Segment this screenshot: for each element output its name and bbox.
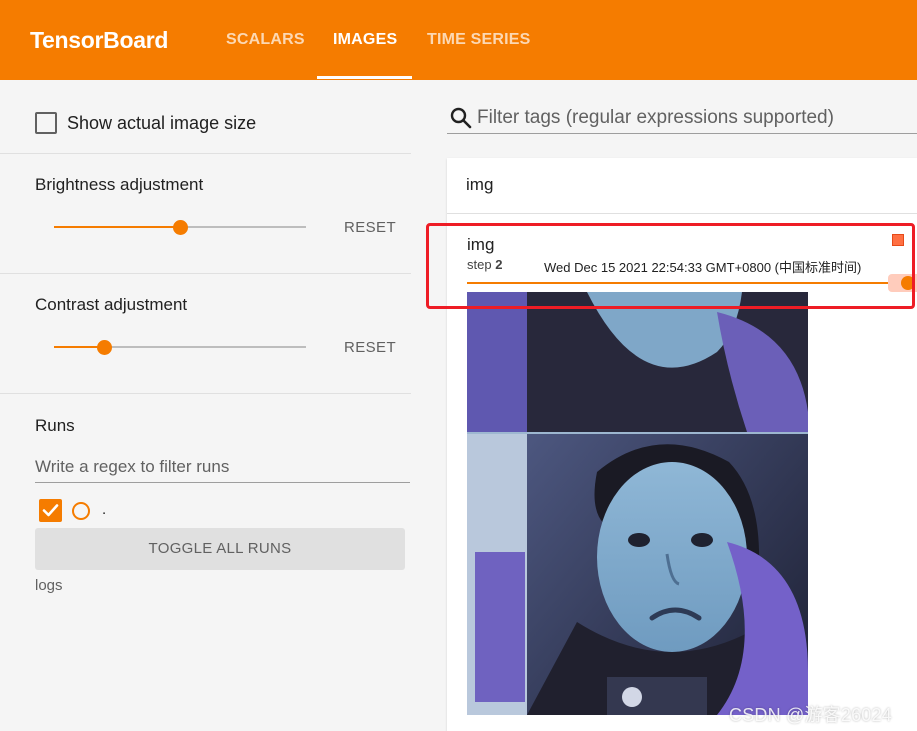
- tab-scalars[interactable]: SCALARS: [226, 31, 305, 49]
- divider: [0, 273, 411, 274]
- runs-filter-input[interactable]: Write a regex to filter runs: [35, 457, 229, 477]
- summary-image-graphic: [467, 292, 808, 715]
- app-title: TensorBoard: [30, 27, 169, 53]
- top-app-bar: TensorBoard SCALARS IMAGES TIME SERIES: [0, 0, 917, 80]
- run-color-radio[interactable]: [72, 502, 90, 520]
- toggle-all-runs-button[interactable]: TOGGLE ALL RUNS: [35, 528, 405, 570]
- brightness-slider-thumb[interactable]: [173, 220, 188, 235]
- annotation-highlight-box: [426, 223, 915, 309]
- main-panel: Filter tags (regular expressions support…: [411, 80, 917, 731]
- watermark: CSDN @游客26024: [729, 705, 892, 725]
- logdir-label: logs: [35, 577, 63, 594]
- sidebar: Show actual image size Brightness adjust…: [0, 80, 411, 731]
- contrast-label: Contrast adjustment: [35, 295, 188, 314]
- divider: [0, 393, 411, 394]
- search-icon: [450, 107, 472, 129]
- summary-image: [467, 292, 808, 715]
- tag-filter-underline: [447, 133, 917, 134]
- card-header-divider: [447, 213, 917, 214]
- divider: [0, 153, 411, 154]
- active-tab-indicator: [317, 76, 412, 79]
- run-name: .: [102, 501, 107, 518]
- run-checkbox[interactable]: [39, 499, 62, 522]
- tab-time-series[interactable]: TIME SERIES: [427, 31, 531, 49]
- contrast-reset-button[interactable]: RESET: [344, 339, 396, 356]
- brightness-reset-button[interactable]: RESET: [344, 219, 396, 236]
- tag-filter-input[interactable]: Filter tags (regular expressions support…: [477, 107, 834, 129]
- contrast-slider-thumb[interactable]: [97, 340, 112, 355]
- show-actual-size-checkbox[interactable]: [35, 112, 57, 134]
- brightness-slider-fill: [54, 226, 180, 228]
- tab-images[interactable]: IMAGES: [333, 31, 397, 49]
- show-actual-size-label: Show actual image size: [67, 113, 257, 133]
- brightness-label: Brightness adjustment: [35, 175, 204, 194]
- runs-title: Runs: [35, 416, 75, 435]
- checkmark-icon: [42, 504, 59, 517]
- runs-filter-underline: [35, 482, 410, 483]
- tag-card-title: img: [466, 175, 494, 194]
